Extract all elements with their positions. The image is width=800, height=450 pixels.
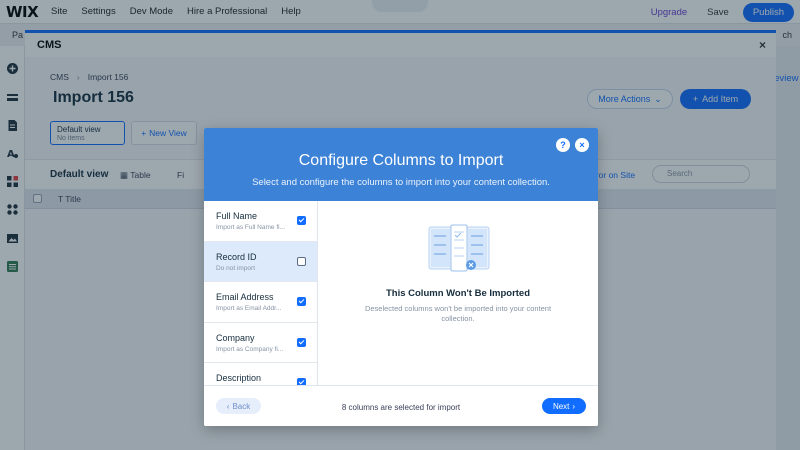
next-label: Next	[552, 401, 570, 411]
modal-footer: ‹ Back 8 columns are selected for import…	[204, 385, 598, 426]
column-import-setting: Import as Company fi...	[216, 345, 284, 353]
column-checkbox[interactable]	[297, 297, 306, 306]
column-checkbox[interactable]	[297, 337, 306, 347]
column-import-setting: Import as Email Addr...	[216, 305, 282, 312]
modal-subtitle: Select and configure the columns to impo…	[252, 177, 550, 188]
modal-title: Configure Columns to Import	[298, 152, 504, 169]
preview-description: Deselected columns won't be imported int…	[364, 304, 552, 323]
configure-columns-modal: Configure Columns to Import Select and c…	[204, 128, 598, 426]
excluded-column-illustration-icon	[428, 224, 490, 272]
column-checkbox[interactable]	[297, 216, 306, 225]
selected-columns-count: 8 columns are selected for import	[341, 403, 461, 412]
column-item[interactable]: Record ID Do not import	[204, 241, 317, 282]
column-item[interactable]: Email Address Import as Email Addr...	[204, 282, 317, 323]
column-import-setting: Import as Full Name fi...	[216, 224, 285, 231]
help-icon[interactable]: ?	[556, 138, 570, 152]
column-checkbox[interactable]	[297, 256, 306, 266]
column-item[interactable]: Full Name Import as Full Name fi...	[204, 201, 317, 242]
column-item[interactable]: Company Import as Company fi...	[204, 322, 317, 363]
modal-close-icon[interactable]: ×	[575, 138, 589, 152]
column-list: Full Name Import as Full Name fi... Reco…	[204, 201, 318, 385]
next-button[interactable]: Next ›	[542, 398, 586, 414]
chevron-right-icon: ›	[572, 401, 576, 411]
preview-title: This Column Won't Be Imported	[385, 288, 531, 299]
column-item[interactable]: Description	[204, 363, 317, 385]
column-preview: This Column Won't Be Imported Deselected…	[318, 201, 598, 385]
column-checkbox[interactable]	[297, 378, 306, 385]
modal-header: Configure Columns to Import Select and c…	[204, 128, 598, 201]
column-import-setting: Do not import	[216, 264, 256, 272]
